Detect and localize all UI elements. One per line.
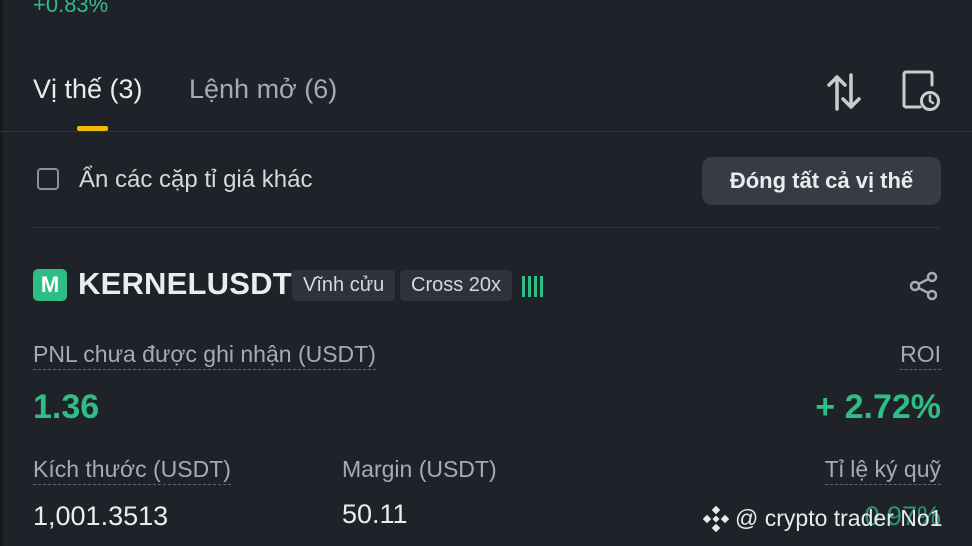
margin-ratio-label[interactable]: Tỉ lệ ký quỹ — [824, 456, 941, 485]
position-symbol[interactable]: KERNELUSDT — [78, 266, 292, 302]
roi-value: + 2.72% — [815, 388, 941, 426]
share-icon — [909, 271, 938, 301]
left-edge-strip — [0, 0, 3, 546]
tabs-divider — [0, 131, 972, 132]
margin-label: Margin (USDT) — [342, 456, 497, 482]
sort-button[interactable] — [822, 70, 866, 114]
share-button[interactable] — [906, 268, 942, 304]
watermark: @ crypto trader No1 — [703, 505, 942, 532]
roi-label[interactable]: ROI — [900, 341, 941, 370]
size-label[interactable]: Kích thước (USDT) — [33, 456, 231, 485]
margin-mode-badge: M — [33, 269, 67, 301]
pnl-label[interactable]: PNL chưa được ghi nhận (USDT) — [33, 341, 376, 370]
hide-other-pairs-checkbox[interactable] — [37, 168, 59, 190]
size-value: 1,001.3513 — [33, 501, 169, 531]
price-change-text: +0.83% — [33, 0, 109, 17]
close-all-label: Đóng tất cả vị thế — [729, 168, 914, 193]
section-divider — [33, 227, 941, 228]
margin-value: 50.11 — [342, 499, 408, 529]
hide-other-pairs-label: Ẩn các cặp tỉ giá khác — [79, 166, 313, 193]
binance-logo-icon — [703, 505, 729, 532]
tab-open-orders[interactable]: Lệnh mở (6) — [189, 74, 337, 105]
perpetual-tag: Vĩnh cửu — [292, 270, 396, 301]
adl-indicator-icon — [522, 276, 548, 297]
watermark-text: @ crypto trader No1 — [735, 505, 943, 531]
pnl-value: 1.36 — [33, 388, 100, 426]
document-clock-icon — [902, 70, 940, 111]
history-button[interactable] — [898, 68, 942, 114]
leverage-tag[interactable]: Cross 20x — [400, 270, 513, 301]
sort-arrows-icon — [827, 73, 861, 111]
tab-positions[interactable]: Vị thế (3) — [33, 74, 143, 105]
close-all-positions-button[interactable]: Đóng tất cả vị thế — [702, 157, 941, 205]
